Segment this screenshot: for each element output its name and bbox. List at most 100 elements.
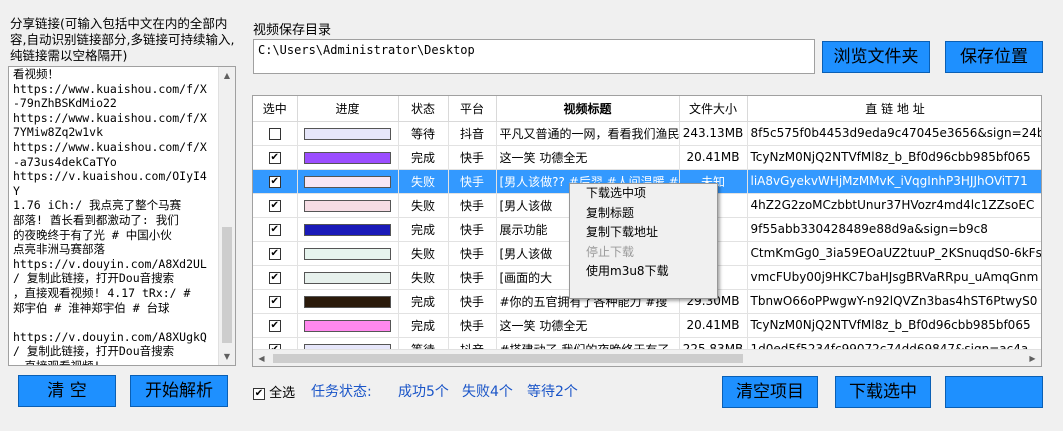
success-count: 成功5个 <box>398 384 449 400</box>
cell-status: 完成 <box>398 289 449 314</box>
cell-link: TcyNzM0NjQ2NTVfMl8z_b_Bf0d96cbb985bf065 <box>747 145 1041 170</box>
col-header-size[interactable]: 文件大小 <box>679 96 748 122</box>
col-header-platform[interactable]: 平台 <box>448 96 497 122</box>
cell-progress <box>297 121 399 146</box>
progress-bar <box>304 175 391 188</box>
col-header-title[interactable]: 视频标题 <box>496 96 680 122</box>
cell-platform: 快手 <box>448 193 497 218</box>
save-dir-input[interactable]: C:\Users\Administrator\Desktop <box>253 39 815 74</box>
table-horizontal-scrollbar[interactable]: ◀ ▶ <box>253 349 1041 366</box>
row-checkbox[interactable]: ✔ <box>268 295 281 308</box>
start-parse-button[interactable]: 开始解析 <box>130 375 228 407</box>
col-header-status[interactable]: 状态 <box>398 96 449 122</box>
table-row[interactable]: ✔ 完成 快手 这一笑 功德全无 20.41MB TcyNzM0NjQ2NTVfMl8z_… <box>253 145 1041 170</box>
cell-progress <box>297 265 399 290</box>
cell-progress <box>297 313 399 338</box>
share-link-text: 看视频！ https://www.kuaishou.com/f/X -79nZh… <box>13 67 207 366</box>
table-header: 选中 进度 状态 平台 视频标题 文件大小 直 链 地 址 <box>253 96 1041 122</box>
failed-count: 失败4个 <box>462 384 513 400</box>
waiting-count: 等待2个 <box>527 384 578 400</box>
table-row[interactable]: ✔ 完成 快手 这一笑 功德全无 20.41MB TcyNzM0NjQ2NTVfMl8z_… <box>253 313 1041 338</box>
cell-platform: 快手 <box>448 145 497 170</box>
cell-select: ✔ <box>253 217 298 242</box>
cell-title: 这一笑 功德全无 <box>496 145 680 170</box>
cell-title: 这一笑 功德全无 <box>496 313 680 338</box>
cell-status: 等待 <box>398 121 449 146</box>
download-selected-button[interactable]: 下载选中 <box>835 376 931 408</box>
cell-select: ✔ <box>253 193 298 218</box>
cell-select: ✔ <box>253 145 298 170</box>
cell-platform: 快手 <box>448 289 497 314</box>
col-header-progress[interactable]: 进度 <box>297 96 399 122</box>
cell-size: 20.41MB <box>679 313 748 338</box>
cell-status: 完成 <box>398 313 449 338</box>
table-row[interactable]: 等待 抖音 平凡又普通的一网，看看我们渔民 243.13MB 8f5c575f0b445… <box>253 121 1041 146</box>
clear-items-button[interactable]: 清空项目 <box>722 376 818 408</box>
cell-link: 9f55abb330428489e88d9a&sign=b9c8 <box>747 217 1041 242</box>
share-link-scrollbar[interactable]: ▲ ▼ <box>218 67 235 365</box>
browse-folder-button[interactable]: 浏览文件夹 <box>822 41 930 73</box>
extra-button[interactable] <box>945 376 1043 408</box>
progress-bar <box>304 127 391 140</box>
cell-platform: 快手 <box>448 265 497 290</box>
row-checkbox[interactable]: ✔ <box>268 319 281 332</box>
row-checkbox[interactable]: ✔ <box>268 271 281 284</box>
checkbox-icon[interactable]: ✔ <box>253 387 265 400</box>
menu-item-m3u8-download[interactable]: 使用m3u8下载 <box>570 262 717 282</box>
cell-progress <box>297 193 399 218</box>
cell-size: 20.41MB <box>679 145 748 170</box>
cell-platform: 快手 <box>448 313 497 338</box>
progress-bar <box>304 223 391 236</box>
menu-item-copy-link[interactable]: 复制下载地址 <box>570 223 717 243</box>
cell-link: TbnwO66oPPwgwY-n92lQVZn3bas4hST6PtwyS0 <box>747 289 1041 314</box>
col-header-link[interactable]: 直 链 地 址 <box>747 96 1041 122</box>
select-all-checkbox[interactable]: ✔ 全选 <box>253 382 295 401</box>
scroll-right-icon[interactable]: ▶ <box>1024 350 1041 366</box>
scroll-left-icon[interactable]: ◀ <box>253 350 270 366</box>
cell-status: 完成 <box>398 217 449 242</box>
row-checkbox[interactable]: ✔ <box>268 151 281 164</box>
cell-link: vmcFUby00j9HKC7baHJsgBRVaRRpu_uAmqGnm <box>747 265 1041 290</box>
cell-status: 失败 <box>398 265 449 290</box>
cell-platform: 快手 <box>448 169 497 194</box>
cell-progress <box>297 289 399 314</box>
share-link-input[interactable]: 看视频！ https://www.kuaishou.com/f/X -79nZh… <box>8 66 236 366</box>
cell-progress <box>297 145 399 170</box>
scroll-up-icon[interactable]: ▲ <box>219 67 235 84</box>
row-checkbox[interactable] <box>268 127 281 140</box>
save-location-button[interactable]: 保存位置 <box>945 41 1043 73</box>
cell-progress <box>297 217 399 242</box>
task-status-label: 任务状态: <box>311 384 372 400</box>
cell-platform: 抖音 <box>448 121 497 146</box>
cell-select: ✔ <box>253 169 298 194</box>
context-menu: 下载选中项 复制标题 复制下载地址 停止下载 使用m3u8下载 <box>569 183 718 299</box>
cell-status: 失败 <box>398 169 449 194</box>
menu-item-download-selected[interactable]: 下载选中项 <box>570 184 717 204</box>
row-checkbox[interactable]: ✔ <box>268 199 281 212</box>
cell-select: ✔ <box>253 289 298 314</box>
cell-select: ✔ <box>253 265 298 290</box>
row-checkbox[interactable]: ✔ <box>268 247 281 260</box>
progress-bar <box>304 247 391 260</box>
cell-progress <box>297 241 399 266</box>
cell-title: 平凡又普通的一网，看看我们渔民 <box>496 121 680 146</box>
cell-select <box>253 121 298 146</box>
row-checkbox[interactable]: ✔ <box>268 223 281 236</box>
cell-status: 失败 <box>398 241 449 266</box>
cell-select: ✔ <box>253 313 298 338</box>
cell-status: 失败 <box>398 193 449 218</box>
select-all-label: 全选 <box>269 386 296 401</box>
hscroll-thumb[interactable] <box>273 354 743 363</box>
progress-bar <box>304 319 391 332</box>
progress-bar <box>304 151 391 164</box>
clear-button[interactable]: 清 空 <box>18 375 116 407</box>
scroll-down-icon[interactable]: ▼ <box>219 348 235 365</box>
scrollbar-thumb[interactable] <box>222 227 232 343</box>
row-checkbox[interactable]: ✔ <box>268 175 281 188</box>
cell-status: 完成 <box>398 145 449 170</box>
col-header-select[interactable]: 选中 <box>253 96 298 122</box>
cell-select: ✔ <box>253 241 298 266</box>
menu-item-copy-title[interactable]: 复制标题 <box>570 204 717 224</box>
share-link-label: 分享链接(可输入包括中文在内的全部内容,自动识别链接部分,多链接可持续输入,纯链… <box>10 16 235 63</box>
cell-link: 8f5c575f0b4453d9eda9c47045e3656&sign=24b <box>747 121 1041 146</box>
